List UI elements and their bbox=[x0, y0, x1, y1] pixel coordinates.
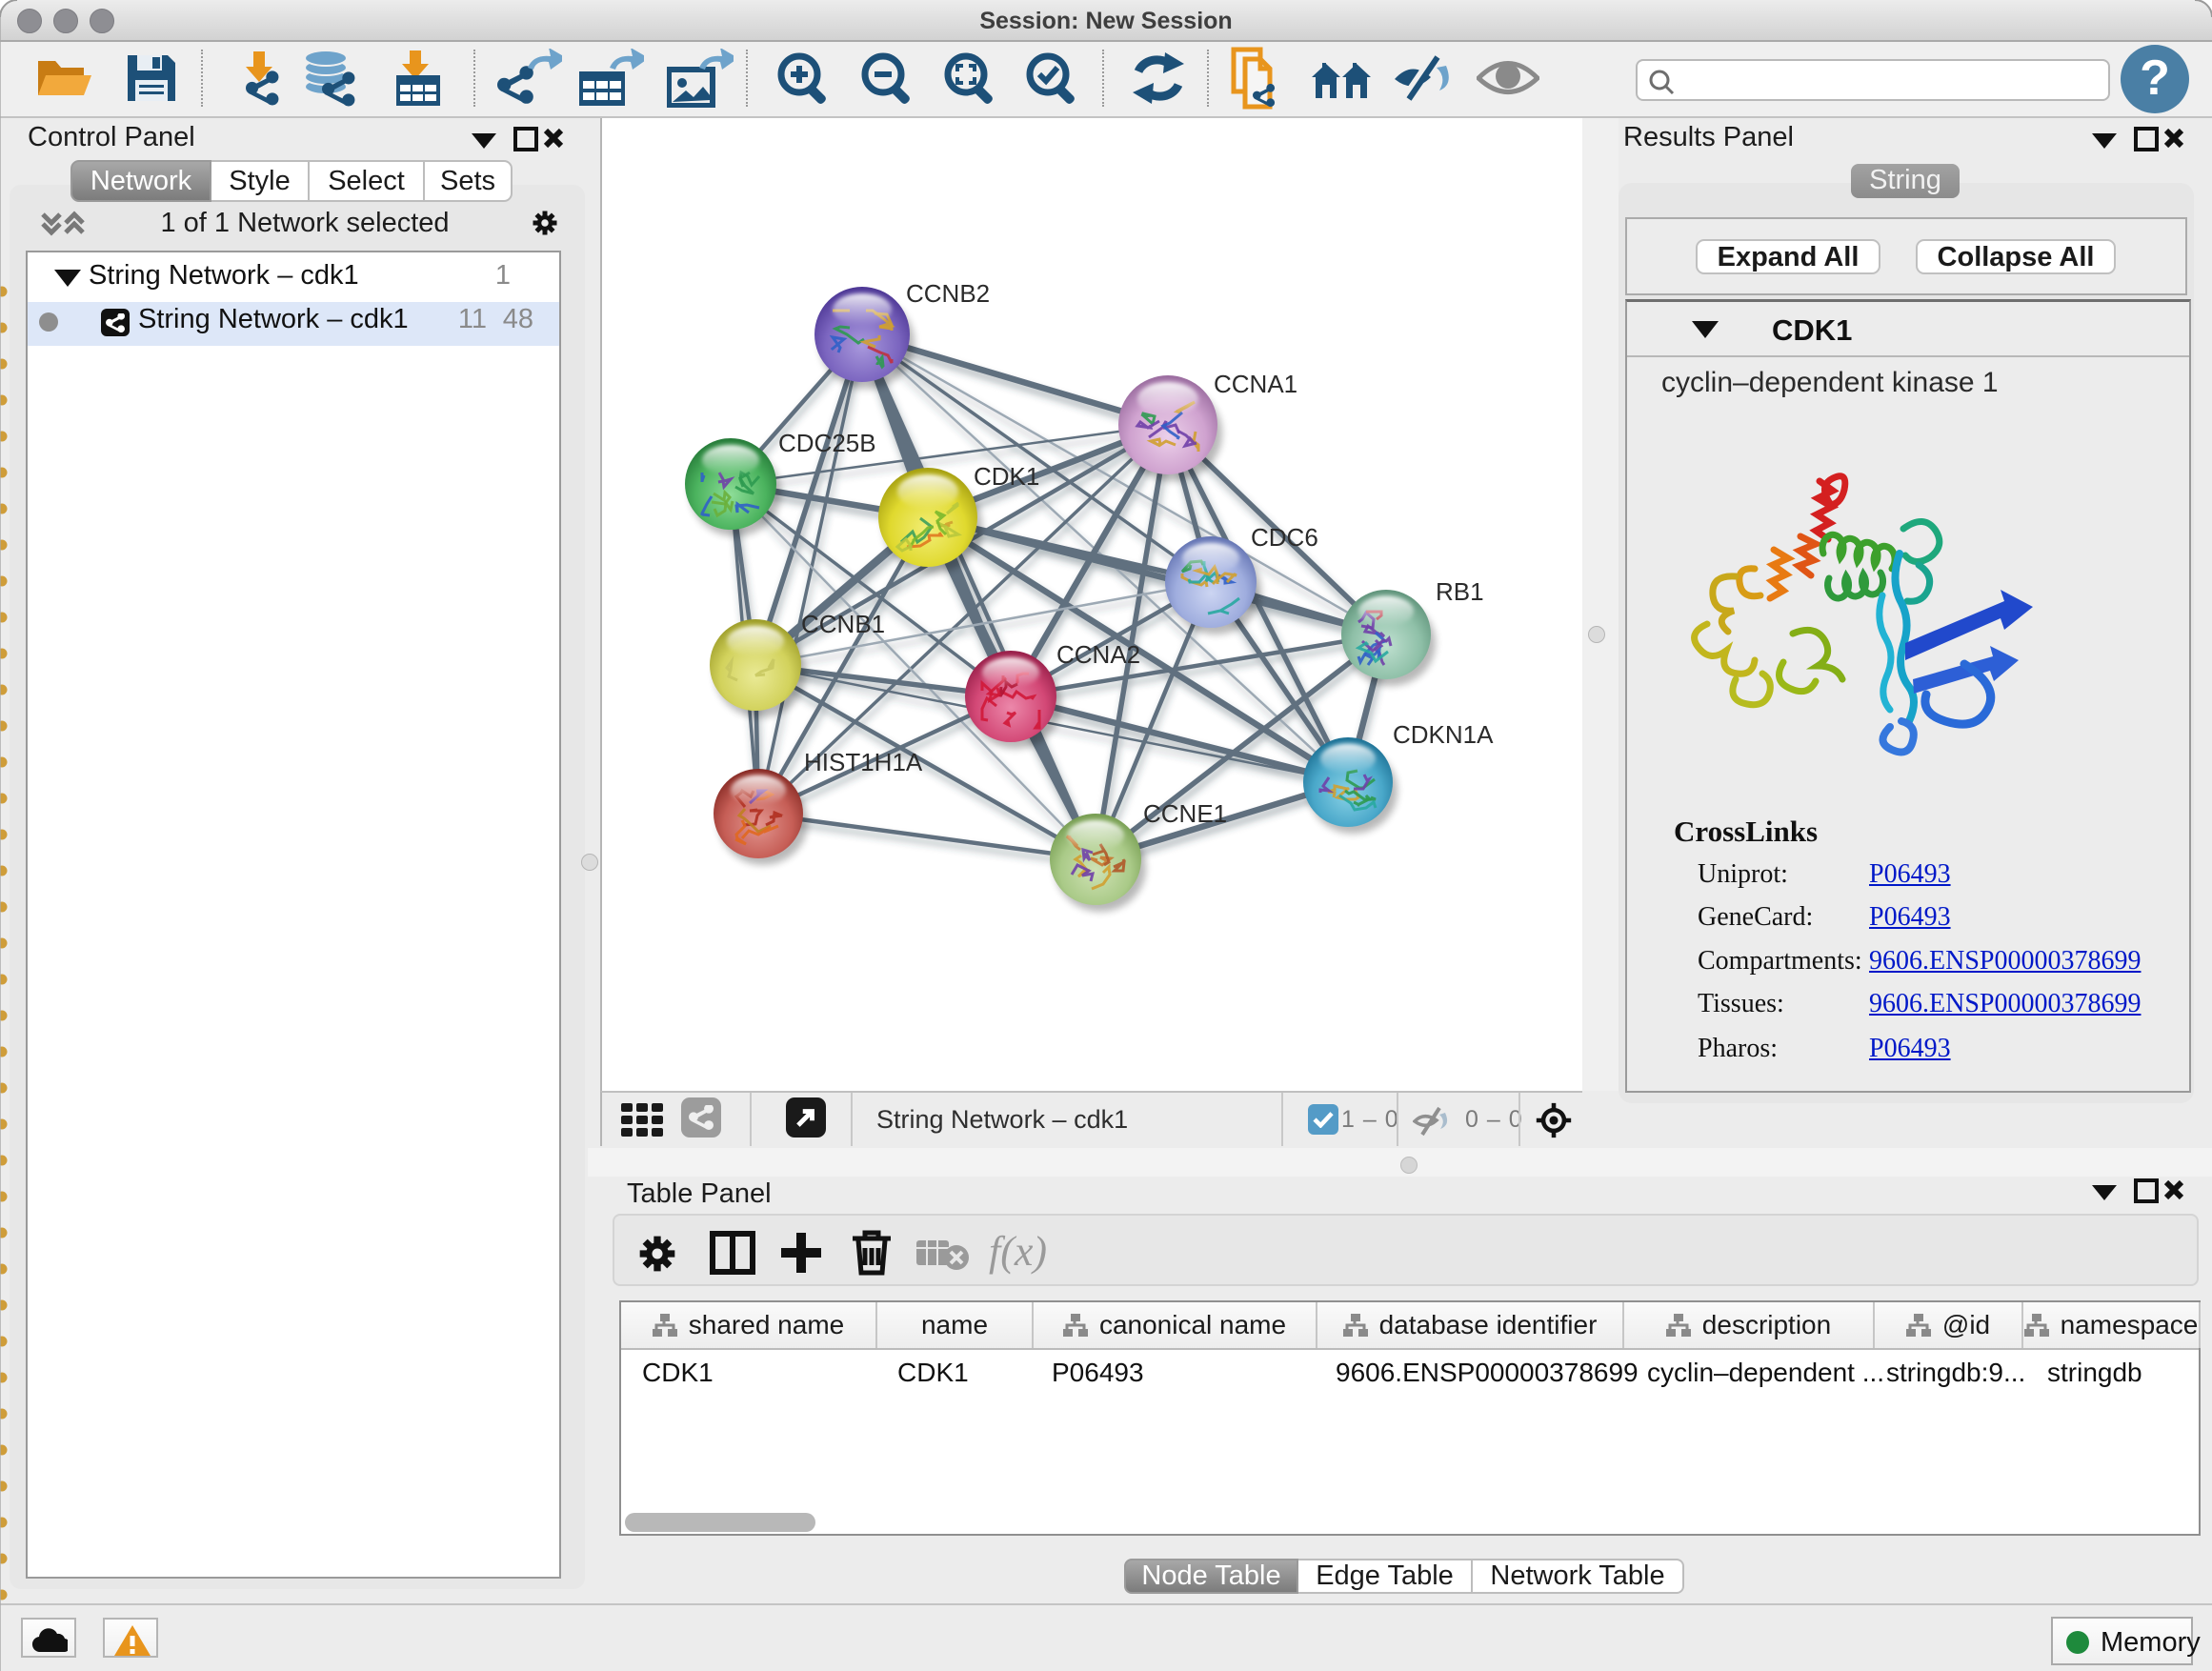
svg-text:CDK1: CDK1 bbox=[974, 462, 1039, 491]
svg-text:CDC6: CDC6 bbox=[1251, 523, 1318, 552]
svg-text:CDKN1A: CDKN1A bbox=[1393, 720, 1494, 749]
svg-text:CCNA1: CCNA1 bbox=[1214, 370, 1297, 398]
svg-text:CCNB1: CCNB1 bbox=[801, 610, 885, 638]
svg-text:RB1: RB1 bbox=[1436, 577, 1484, 606]
svg-text:HIST1H1A: HIST1H1A bbox=[804, 748, 923, 776]
svg-text:CCNA2: CCNA2 bbox=[1056, 640, 1140, 669]
svg-text:CDC25B: CDC25B bbox=[778, 429, 876, 457]
svg-text:CCNB2: CCNB2 bbox=[906, 279, 990, 308]
svg-text:CCNE1: CCNE1 bbox=[1143, 799, 1227, 828]
